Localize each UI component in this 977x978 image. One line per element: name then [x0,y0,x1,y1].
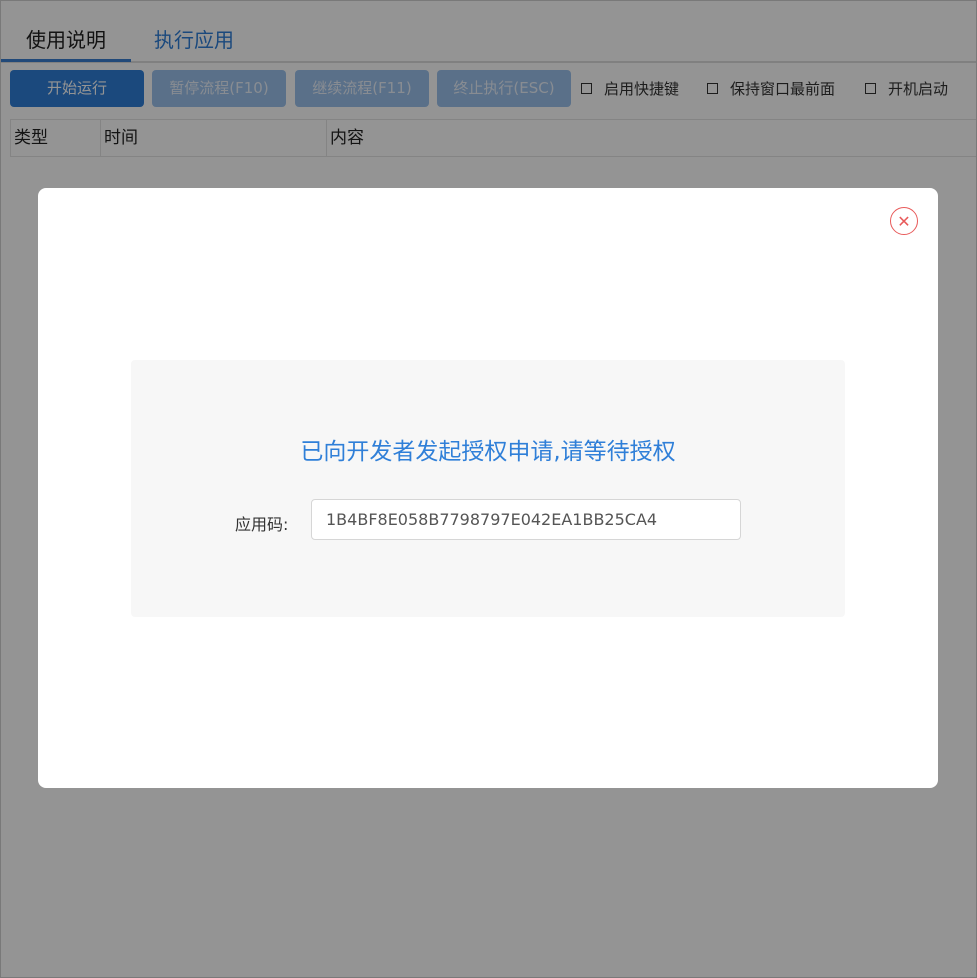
app-code-label: 应用码: [235,515,289,534]
app-code-input[interactable] [311,499,741,540]
authorization-panel: 已向开发者发起授权申请,请等待授权 应用码: [131,360,845,617]
authorization-message: 已向开发者发起授权申请,请等待授权 [300,439,676,465]
authorization-dialog: ✕ 已向开发者发起授权申请,请等待授权 应用码: [38,188,938,788]
modal-overlay: ✕ 已向开发者发起授权申请,请等待授权 应用码: [0,0,977,978]
close-icon[interactable]: ✕ [890,207,918,235]
